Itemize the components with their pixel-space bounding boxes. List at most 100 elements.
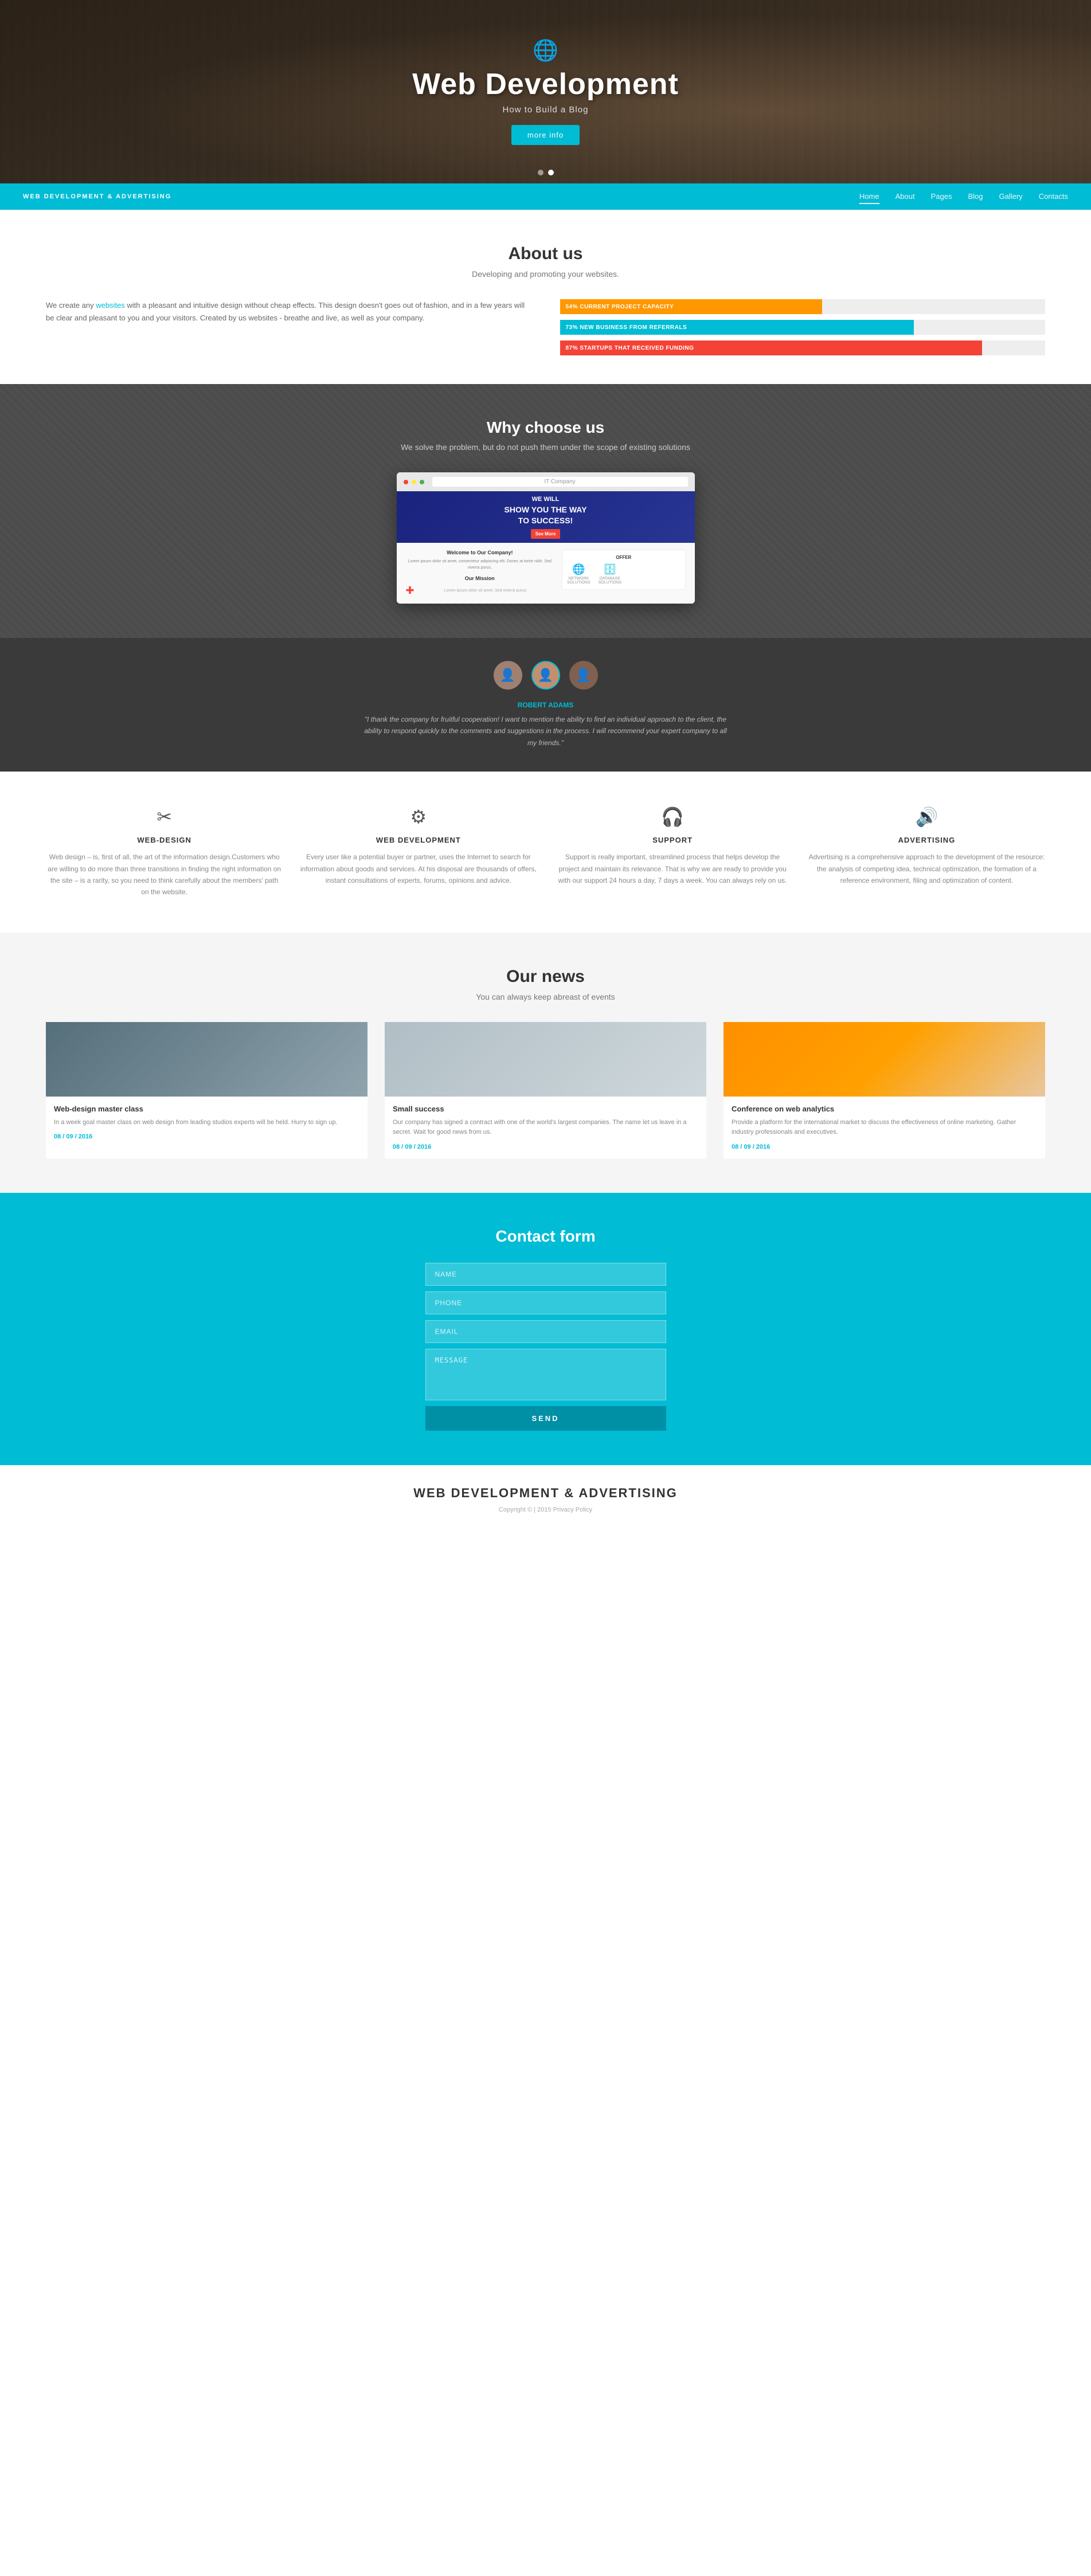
news-body-1: Web-design master class In a week goal m… xyxy=(46,1097,367,1149)
browser-left: Welcome to Our Company! Lorem ipsum dolo… xyxy=(406,550,554,597)
send-button[interactable]: SEND xyxy=(425,1406,666,1431)
message-input[interactable] xyxy=(425,1349,666,1400)
about-bars: 54% CURRENT PROJECT CAPACITY 73% NEW BUS… xyxy=(560,299,1046,355)
email-input[interactable] xyxy=(425,1320,666,1343)
news-image-3 xyxy=(724,1022,1045,1097)
about-text: We create any websites with a pleasant a… xyxy=(46,299,531,355)
why-title: Why choose us xyxy=(46,418,1045,437)
nav-gallery[interactable]: Gallery xyxy=(999,190,1023,204)
services-section: ✂ WEB-DESIGN Web design – is, first of a… xyxy=(0,772,1091,933)
news-title-1: Web-design master class xyxy=(54,1105,359,1113)
webdesign-icon: ✂ xyxy=(46,806,283,828)
nav-about[interactable]: About xyxy=(896,190,915,204)
browser-offer-network: 🌐 NETWORKSOLUTIONS xyxy=(567,563,590,585)
news-grid: Web-design master class In a week goal m… xyxy=(46,1022,1045,1158)
avatar-3[interactable]: 👤 xyxy=(569,661,598,690)
browser-offer: OFFER 🌐 NETWORKSOLUTIONS 🗄 DATABASESOLUT… xyxy=(562,550,685,590)
network-icon: 🌐 xyxy=(567,563,590,576)
bar-2: 73% NEW BUSINESS FROM REFERRALS xyxy=(560,320,1046,335)
browser-mockup: IT Company WE WILL SHOW YOU THE WAY TO S… xyxy=(397,472,695,604)
news-item-2: Small success Our company has signed a c… xyxy=(385,1022,706,1158)
browser-para-1: Lorem ipsum dolor sit amet, consectetur … xyxy=(406,559,554,571)
news-section: Our news You can always keep abreast of … xyxy=(0,933,1091,1193)
news-item-1: Web-design master class In a week goal m… xyxy=(46,1022,367,1158)
avatar-2[interactable]: 👤 xyxy=(531,661,560,690)
news-date-2: 08 / 09 / 2016 xyxy=(393,1144,698,1150)
database-icon: 🗄 xyxy=(599,563,621,576)
hero-dot-1[interactable] xyxy=(538,170,543,175)
privacy-policy-link[interactable]: Privacy Policy xyxy=(553,1506,592,1513)
news-image-2 xyxy=(385,1022,706,1097)
navigation: WEB DEVELOPMENT & ADVERTISING Home About… xyxy=(0,183,1091,210)
nav-contacts[interactable]: Contacts xyxy=(1039,190,1068,204)
news-desc-2: Our company has signed a contract with o… xyxy=(393,1118,698,1138)
why-choose-section: Why choose us We solve the problem, but … xyxy=(0,384,1091,638)
about-title: About us xyxy=(46,244,1045,264)
news-desc-3: Provide a platform for the international… xyxy=(732,1118,1037,1138)
testimonials-section: 👤 👤 👤 ROBERT ADAMS "I thank the company … xyxy=(0,638,1091,772)
footer: WEB DEVELOPMENT & ADVERTISING Copyright … xyxy=(0,1465,1091,1525)
testimonial-avatars: 👤 👤 👤 xyxy=(46,661,1045,690)
footer-brand: WEB DEVELOPMENT & ADVERTISING xyxy=(46,1486,1045,1501)
footer-copyright: Copyright © | 2015 Privacy Policy xyxy=(46,1506,1045,1513)
advertising-desc: Advertising is a comprehensive approach … xyxy=(808,851,1045,886)
stat-icon-mission: ✚ xyxy=(406,585,414,597)
browser-dot-yellow xyxy=(412,480,416,484)
hero-dots xyxy=(538,170,554,175)
contact-title: Contact form xyxy=(46,1227,1045,1246)
browser-right: OFFER 🌐 NETWORKSOLUTIONS 🗄 DATABASESOLUT… xyxy=(562,550,685,597)
browser-dot-green xyxy=(420,480,424,484)
news-date-3: 08 / 09 / 2016 xyxy=(732,1144,1037,1150)
globe-icon: 🌐 xyxy=(412,38,679,62)
name-input[interactable] xyxy=(425,1263,666,1286)
service-webdev: ⚙ WEB DEVELOPMENT Every user like a pote… xyxy=(300,806,537,898)
network-label: NETWORKSOLUTIONS xyxy=(567,577,590,585)
bar-fill-2: 73% NEW BUSINESS FROM REFERRALS xyxy=(560,320,914,335)
hero-title: Web Development xyxy=(412,67,679,101)
service-support: 🎧 SUPPORT Support is really important, s… xyxy=(554,806,791,898)
testimonial-name: ROBERT ADAMS xyxy=(46,701,1045,709)
news-desc-1: In a week goal master class on web desig… xyxy=(54,1118,359,1128)
browser-offer-icons: 🌐 NETWORKSOLUTIONS 🗄 DATABASESOLUTIONS xyxy=(567,563,680,585)
news-body-2: Small success Our company has signed a c… xyxy=(385,1097,706,1158)
browser-dot-red xyxy=(404,480,408,484)
hero-subtitle: How to Build a Blog xyxy=(412,105,679,115)
about-subtitle: Developing and promoting your websites. xyxy=(46,269,1045,279)
webdev-desc: Every user like a potential buyer or par… xyxy=(300,851,537,886)
news-body-3: Conference on web analytics Provide a pl… xyxy=(724,1097,1045,1158)
nav-brand: WEB DEVELOPMENT & ADVERTISING xyxy=(23,193,171,200)
services-grid: ✂ WEB-DESIGN Web design – is, first of a… xyxy=(46,806,1045,898)
advertising-icon: 🔊 xyxy=(808,806,1045,828)
browser-hero-text: WE WILL SHOW YOU THE WAY TO SUCCESS! See… xyxy=(505,495,587,539)
browser-mission-stat: ✚ Lorem ipsum dolor sit amet. Sed viverr… xyxy=(406,585,554,597)
about-link-websites[interactable]: websites xyxy=(96,301,125,310)
browser-url-bar: IT Company xyxy=(432,477,688,487)
nav-home[interactable]: Home xyxy=(859,190,879,204)
browser-welcome-title: Welcome to Our Company! xyxy=(406,550,554,555)
news-date-1: 08 / 09 / 2016 xyxy=(54,1133,359,1140)
bar-3: 87% STARTUPS THAT RECEIVED FUNDING xyxy=(560,340,1046,355)
avatar-1[interactable]: 👤 xyxy=(494,661,522,690)
bar-fill-1: 54% CURRENT PROJECT CAPACITY xyxy=(560,299,822,314)
bar-fill-3: 87% STARTUPS THAT RECEIVED FUNDING xyxy=(560,340,982,355)
news-title: Our news xyxy=(46,967,1045,986)
browser-offer-title: OFFER xyxy=(567,555,680,560)
database-label: DATABASESOLUTIONS xyxy=(599,577,621,585)
news-title-2: Small success xyxy=(393,1105,698,1113)
webdev-icon: ⚙ xyxy=(300,806,537,828)
browser-offer-database: 🗄 DATABASESOLUTIONS xyxy=(599,563,621,585)
nav-blog[interactable]: Blog xyxy=(968,190,983,204)
service-webdesign: ✂ WEB-DESIGN Web design – is, first of a… xyxy=(46,806,283,898)
browser-content: WE WILL SHOW YOU THE WAY TO SUCCESS! See… xyxy=(397,491,695,604)
advertising-title: ADVERTISING xyxy=(808,836,1045,844)
support-icon: 🎧 xyxy=(554,806,791,828)
browser-bar: IT Company xyxy=(397,472,695,491)
support-desc: Support is really important, streamlined… xyxy=(554,851,791,886)
browser-hero-image: WE WILL SHOW YOU THE WAY TO SUCCESS! See… xyxy=(397,491,695,543)
nav-links: Home About Pages Blog Gallery Contacts xyxy=(859,191,1068,202)
phone-input[interactable] xyxy=(425,1291,666,1314)
more-info-button[interactable]: more info xyxy=(511,125,580,145)
nav-pages[interactable]: Pages xyxy=(931,190,952,204)
hero-dot-2[interactable] xyxy=(548,170,554,175)
contact-form: SEND xyxy=(425,1263,666,1431)
